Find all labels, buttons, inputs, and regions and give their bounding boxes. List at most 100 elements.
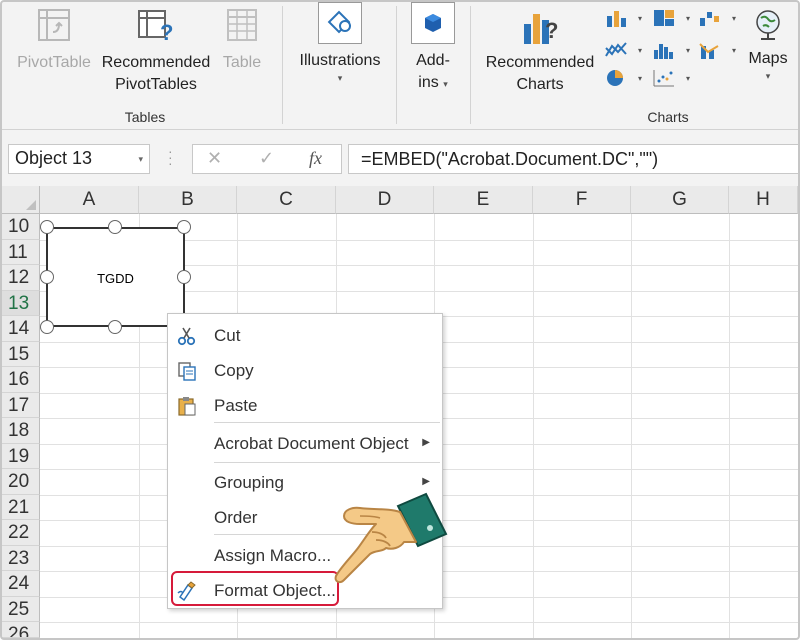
addins-label-2: ins ▾ [418,74,448,91]
chevron-down-icon: ▾ [685,46,690,55]
column-header[interactable]: C [237,186,336,214]
resize-handle[interactable] [40,220,54,234]
column-chart-icon [607,11,626,27]
maps-label: Maps [748,50,788,67]
scatter-chart-button[interactable]: ▾ [652,68,690,90]
pie-chart-button[interactable]: ▾ [604,68,642,90]
menu-divider [214,462,440,463]
group-divider [470,6,471,124]
copy-icon [178,362,196,381]
column-header[interactable]: A [40,186,139,214]
row-header[interactable]: 10 [2,214,40,240]
clipboard-icon [178,397,196,416]
group-divider [282,6,283,124]
chevron-right-icon: ▶ [422,437,430,448]
globe-icon [756,10,780,40]
histogram-icon [654,44,673,59]
menu-item-label: Acrobat Document Object [214,434,409,453]
row-header[interactable]: 14 [2,316,40,342]
recommended-charts-label-1: Recommended [485,54,595,71]
menu-item-label: Order [214,508,258,527]
pivottable-button[interactable]: PivotTable [14,8,94,74]
object-label: TGDD [97,271,134,286]
row-header[interactable]: 23 [2,545,40,571]
row-header[interactable]: 11 [2,239,40,265]
gridline [40,622,798,623]
menu-item-paste[interactable]: Paste [168,389,442,423]
insert-function-icon[interactable]: fx [309,148,322,169]
combo-chart-button[interactable]: ▾ [698,40,736,62]
row-header[interactable]: 16 [2,367,40,393]
treemap-icon [654,10,674,26]
line-chart-icon [605,42,627,57]
resize-handle[interactable] [177,220,191,234]
resize-handle[interactable] [40,270,54,284]
chevron-down-icon: ▾ [685,14,690,23]
chevron-down-icon: ▾ [138,154,143,164]
column-header[interactable]: G [631,186,729,214]
illustrations-icon-frame [318,2,362,44]
recommended-charts-icon: ? [524,14,558,44]
row-header[interactable]: 19 [2,443,40,469]
drag-handle-icon[interactable]: · · · [168,144,173,170]
formula-buttons: ✕ ✓ fx [192,144,342,174]
group-divider [396,6,397,124]
enter-icon[interactable]: ✓ [259,148,274,169]
line-chart-button[interactable]: ▾ [604,40,642,62]
row-header-active[interactable]: 13 [2,290,40,316]
store-icon [425,14,441,32]
recommended-pivottables-button[interactable]: ? Recommended PivotTables [96,8,216,96]
cancel-icon[interactable]: ✕ [207,148,222,169]
pivottable-icon [38,9,70,41]
row-header[interactable]: 12 [2,265,40,291]
chevron-down-icon: ▾ [731,46,736,55]
resize-handle[interactable] [40,320,54,334]
menu-item-cut[interactable]: Cut [168,319,442,353]
addins-label-1: Add- [416,52,450,69]
table-button[interactable]: Table [216,8,268,74]
row-header[interactable]: 15 [2,341,40,367]
chevron-right-icon: ▶ [422,476,430,487]
row-header[interactable]: 21 [2,494,40,520]
formula-input[interactable]: =EMBED("Acrobat.Document.DC","") [348,144,800,174]
chevron-down-icon: ▾ [637,46,642,55]
row-header[interactable]: 24 [2,571,40,597]
ribbon: PivotTable ? Recommended PivotTables Tab… [2,2,798,130]
column-header[interactable]: F [533,186,631,214]
resize-handle[interactable] [177,270,191,284]
menu-item-acrobat-object[interactable]: Acrobat Document Object ▶ [168,427,442,461]
name-box-value: Object 13 [15,148,93,168]
waterfall-icon [700,12,719,26]
menu-item-label: Grouping [214,473,284,492]
row-header[interactable]: 20 [2,469,40,495]
addins-button[interactable]: Add- ins ▾ [404,2,462,95]
embedded-acrobat-object[interactable]: TGDD [46,227,185,327]
combo-chart-icon [699,43,719,59]
recommended-charts-button[interactable]: ? Recommended Charts [478,8,602,96]
name-box[interactable]: Object 13 ▾ [8,144,150,174]
row-header[interactable]: 18 [2,418,40,444]
chevron-down-icon: ▾ [337,73,343,83]
row-header[interactable]: 26 [2,622,40,638]
column-chart-button[interactable]: ▾ [604,8,642,30]
hierarchy-chart-button[interactable]: ▾ [652,8,690,30]
formula-bar: Object 13 ▾ · · · ✕ ✓ fx =EMBED("Acrobat.D… [2,130,800,186]
chevron-down-icon: ▾ [765,71,771,81]
row-header[interactable]: 25 [2,596,40,622]
column-header[interactable]: H [729,186,798,214]
maps-button[interactable]: Maps ▾ [740,8,796,82]
select-all-button[interactable] [2,186,40,214]
row-header[interactable]: 17 [2,392,40,418]
resize-handle[interactable] [108,220,122,234]
column-header[interactable]: B [139,186,237,214]
row-header[interactable]: 22 [2,520,40,546]
column-header[interactable]: D [336,186,434,214]
waterfall-chart-button[interactable]: ▾ [698,8,736,30]
menu-item-label: Assign Macro... [214,546,332,565]
illustrations-button[interactable]: Illustrations ▾ [290,2,390,84]
statistic-chart-button[interactable]: ▾ [652,40,690,62]
menu-item-copy[interactable]: Copy [168,354,442,388]
column-header[interactable]: E [434,186,533,214]
highlight-box [171,571,339,606]
resize-handle[interactable] [108,320,122,334]
